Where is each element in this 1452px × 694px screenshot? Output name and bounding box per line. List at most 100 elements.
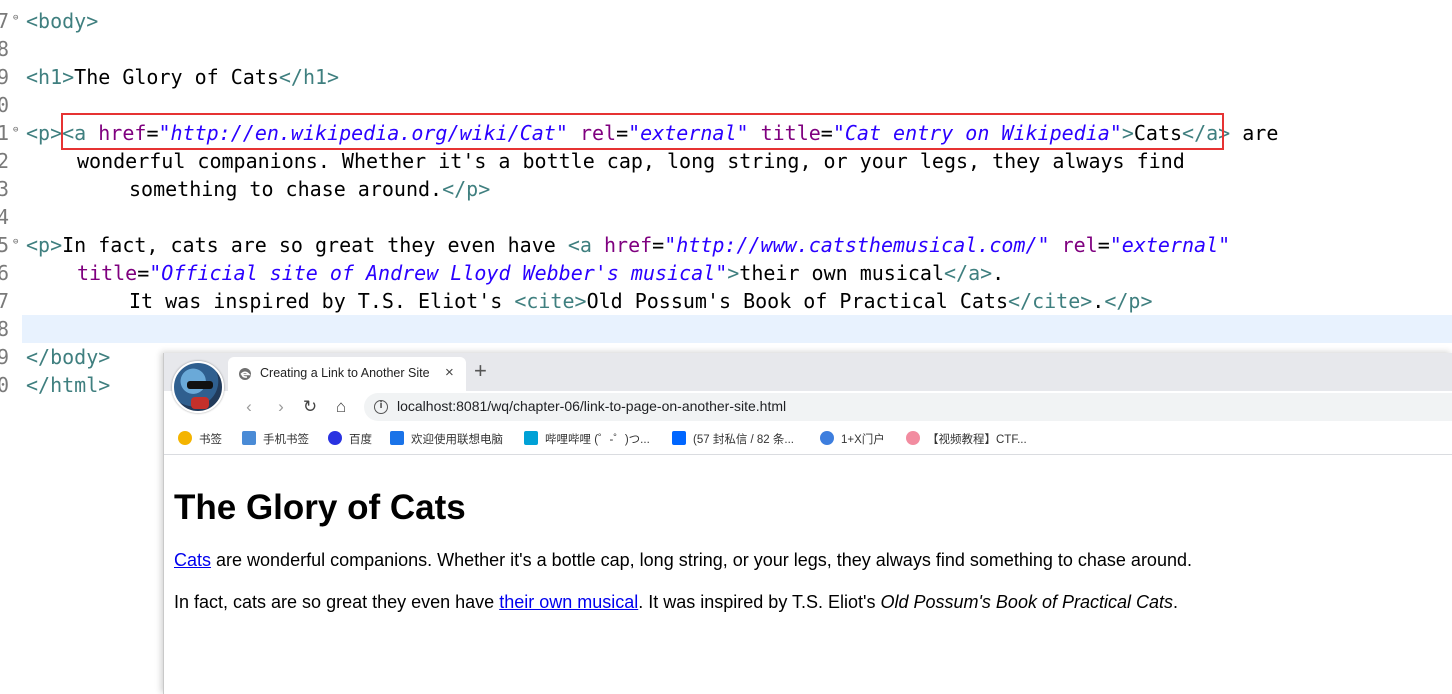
line-number-text: 0 bbox=[0, 93, 10, 117]
code-line-p2-cont[interactable]: title="Official site of Andrew Lloyd Web… bbox=[77, 259, 1004, 287]
bookmark-item[interactable]: 欢迎使用联想电脑 bbox=[390, 431, 503, 449]
line-number-text: 4 bbox=[0, 205, 10, 229]
paragraph-text: are wonderful companions. Whether it's a… bbox=[211, 550, 1192, 570]
tag-p-close: </p> bbox=[1104, 289, 1153, 313]
edge-icon bbox=[239, 368, 251, 380]
attr-equals: = bbox=[1097, 233, 1110, 257]
line-number: 9 bbox=[0, 343, 22, 371]
tab-bar: Creating a Link to Another Site × + bbox=[164, 353, 1452, 413]
line-number: 4 bbox=[0, 203, 22, 231]
bookmark-label: 手机书签 bbox=[263, 434, 309, 446]
fold-icon[interactable]: ⊖ bbox=[13, 238, 18, 247]
fold-icon[interactable]: ⊖ bbox=[13, 126, 18, 135]
new-tab-button[interactable]: + bbox=[474, 358, 487, 384]
cite-text: Old Possum's Book of Practical Cats bbox=[586, 289, 1008, 313]
line-number-text: 8 bbox=[0, 37, 10, 61]
tag-p-close: </p> bbox=[442, 177, 491, 201]
code-line-body-close[interactable]: </body> bbox=[26, 343, 110, 371]
line-number: 6 bbox=[0, 259, 22, 287]
attr-name: rel bbox=[1061, 233, 1098, 257]
bookmark-item[interactable]: 手机书签 bbox=[242, 431, 309, 449]
tag-bracket: < bbox=[26, 9, 39, 33]
line-number-text: 9 bbox=[0, 345, 10, 369]
code-line-p2-end[interactable]: It was inspired by T.S. Eliot's <cite>Ol… bbox=[129, 287, 1153, 315]
line-number: 2 bbox=[0, 147, 22, 175]
code-line-p1-end[interactable]: something to chase around.</p> bbox=[129, 175, 490, 203]
tag-html-close: </html> bbox=[26, 373, 111, 397]
attr-value: "external" bbox=[1109, 233, 1231, 257]
bookmark-label: (57 封私信 / 82 条... bbox=[693, 434, 794, 446]
tag-p-open: <p> bbox=[26, 121, 63, 145]
close-icon[interactable]: × bbox=[445, 364, 454, 381]
tab-active[interactable]: Creating a Link to Another Site × bbox=[228, 357, 466, 391]
tag-a-open: <a bbox=[567, 233, 592, 257]
line-number: 1 ⊖ bbox=[0, 119, 22, 147]
code-line-h1[interactable]: <h1>The Glory of Cats</h1> bbox=[26, 63, 339, 91]
line-number-text: 7 bbox=[0, 289, 10, 313]
bookmark-item[interactable]: 哔哩哔哩 (゜-゜)つ... bbox=[524, 431, 650, 449]
code-line-html-close[interactable]: </html> bbox=[26, 371, 110, 399]
tab-title: Creating a Link to Another Site bbox=[260, 366, 430, 380]
info-icon[interactable]: i bbox=[374, 400, 388, 414]
bookmark-item[interactable]: 【视频教程】CTF... bbox=[906, 431, 1027, 449]
line-number-text: 3 bbox=[0, 177, 10, 201]
bookmark-item[interactable]: 1+X门户 bbox=[820, 431, 885, 449]
line-number-text: 9 bbox=[0, 65, 10, 89]
forward-button[interactable]: › bbox=[270, 396, 292, 418]
line-number: 0 bbox=[0, 371, 22, 399]
browser-window: Creating a Link to Another Site × + ‹ › … bbox=[163, 353, 1452, 694]
attr-value: "Official site of Andrew Lloyd Webber's … bbox=[149, 261, 728, 285]
tag-cite-open: <cite> bbox=[514, 289, 587, 313]
paragraph-text: . It was inspired by T.S. Eliot's bbox=[638, 592, 881, 612]
attr-name: title bbox=[77, 261, 138, 285]
paragraph-2: In fact, cats are so great they even hav… bbox=[174, 592, 1178, 613]
tag-h1-open: <h1> bbox=[26, 65, 75, 89]
bookmark-item[interactable]: 书签 bbox=[178, 431, 222, 449]
cats-link[interactable]: Cats bbox=[174, 550, 211, 570]
code-text: . bbox=[1092, 289, 1105, 313]
home-button[interactable]: ⌂ bbox=[330, 396, 352, 418]
phone-bookmark-icon bbox=[242, 431, 256, 445]
fold-icon[interactable]: ⊖ bbox=[13, 14, 18, 23]
musical-link[interactable]: their own musical bbox=[499, 592, 638, 612]
page-title: The Glory of Cats bbox=[174, 488, 466, 527]
bookmark-item[interactable]: (57 封私信 / 82 条... bbox=[672, 431, 794, 449]
line-number-text: 1 bbox=[0, 121, 10, 145]
line-number-text: 2 bbox=[0, 149, 10, 173]
current-line-highlight bbox=[22, 315, 1452, 343]
url-text[interactable]: localhost:8081/wq/chapter-06/link-to-pag… bbox=[397, 398, 786, 414]
code-text: . bbox=[992, 261, 1005, 285]
code-line-body-open[interactable]: <body> bbox=[26, 7, 98, 35]
code-line-p2[interactable]: <p>In fact, cats are so great they even … bbox=[26, 231, 1230, 259]
line-number: 3 bbox=[0, 175, 22, 203]
bookmark-label: 1+X门户 bbox=[841, 434, 885, 446]
link-text: their own musical bbox=[739, 261, 944, 285]
line-number-text: 8 bbox=[0, 317, 10, 341]
h1-text: The Glory of Cats bbox=[74, 65, 279, 89]
line-number-text: 7 bbox=[0, 9, 10, 33]
line-number-text: 6 bbox=[0, 261, 10, 285]
code-text: wonderful companions. Whether it's a bot… bbox=[77, 149, 1185, 173]
page-content: The Glory of Cats Cats are wonderful com… bbox=[164, 456, 1452, 694]
line-number-text: 5 bbox=[0, 233, 10, 257]
toolbar: ‹ › ↻ ⌂ i localhost:8081/wq/chapter-06/l… bbox=[164, 391, 1452, 423]
profile-avatar[interactable] bbox=[172, 361, 224, 413]
tag-name: body bbox=[38, 9, 87, 33]
bookmark-label: 百度 bbox=[349, 434, 372, 446]
bookmark-item[interactable]: 百度 bbox=[328, 431, 372, 449]
back-button[interactable]: ‹ bbox=[238, 396, 260, 418]
code-text: It was inspired by T.S. Eliot's bbox=[129, 289, 515, 313]
bookmark-label: 欢迎使用联想电脑 bbox=[411, 434, 503, 446]
line-number: 9 bbox=[0, 63, 22, 91]
tag-body-close: </body> bbox=[26, 345, 111, 369]
tag-h1-close: </h1> bbox=[278, 65, 340, 89]
book-citation: Old Possum's Book of Practical Cats bbox=[880, 592, 1173, 612]
attr-equals: = bbox=[652, 233, 665, 257]
bookmarks-bar: 书签 手机书签 百度 欢迎使用联想电脑 哔哩哔哩 (゜-゜)つ... (57 封… bbox=[164, 425, 1452, 455]
bookmark-label: 书签 bbox=[199, 434, 222, 446]
code-text: In fact, cats are so great they even hav… bbox=[62, 233, 568, 257]
avatar-body bbox=[191, 397, 209, 409]
code-line-p1-cont[interactable]: wonderful companions. Whether it's a bot… bbox=[77, 147, 1185, 175]
address-bar[interactable]: i localhost:8081/wq/chapter-06/link-to-p… bbox=[364, 393, 1452, 421]
reload-button[interactable]: ↻ bbox=[299, 396, 321, 418]
